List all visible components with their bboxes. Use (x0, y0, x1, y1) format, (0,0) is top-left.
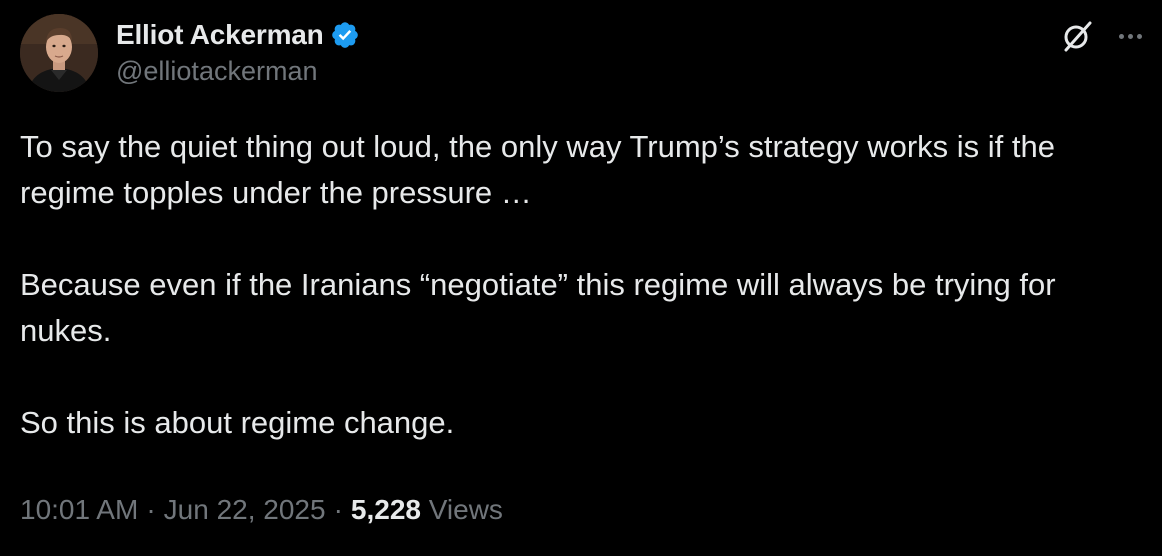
author-display-name[interactable]: Elliot Ackerman (116, 19, 324, 51)
avatar[interactable] (20, 14, 98, 92)
more-dot (1118, 33, 1124, 39)
tweet-card: Elliot Ackerman @elliotackerman To say t… (0, 0, 1162, 556)
grok-icon[interactable] (1060, 18, 1096, 54)
meta-separator: · (333, 494, 343, 525)
tweet-paragraph: Because even if the Iranians “negotiate”… (20, 267, 1056, 348)
views-label: Views (428, 494, 503, 525)
verified-badge-icon[interactable] (330, 20, 360, 50)
tweet-paragraph: To say the quiet thing out loud, the onl… (20, 129, 1056, 210)
tweet-time[interactable]: 10:01 AM (20, 494, 138, 525)
more-dot (1136, 33, 1142, 39)
tweet-paragraph: So this is about regime change. (20, 405, 455, 440)
author-handle[interactable]: @elliotackerman (116, 56, 318, 87)
tweet-metadata: 10:01 AM · Jun 22, 2025 · 5,228 Views (20, 494, 503, 526)
more-dot (1127, 33, 1133, 39)
more-horizontal-icon[interactable] (1112, 18, 1148, 54)
tweet-text: To say the quiet thing out loud, the onl… (20, 124, 1150, 446)
views-count: 5,228 (350, 494, 421, 525)
author-name-row: Elliot Ackerman (116, 16, 360, 54)
tweet-date[interactable]: Jun 22, 2025 (164, 494, 326, 525)
meta-separator: · (146, 494, 156, 525)
profile-photo-icon (20, 14, 98, 92)
